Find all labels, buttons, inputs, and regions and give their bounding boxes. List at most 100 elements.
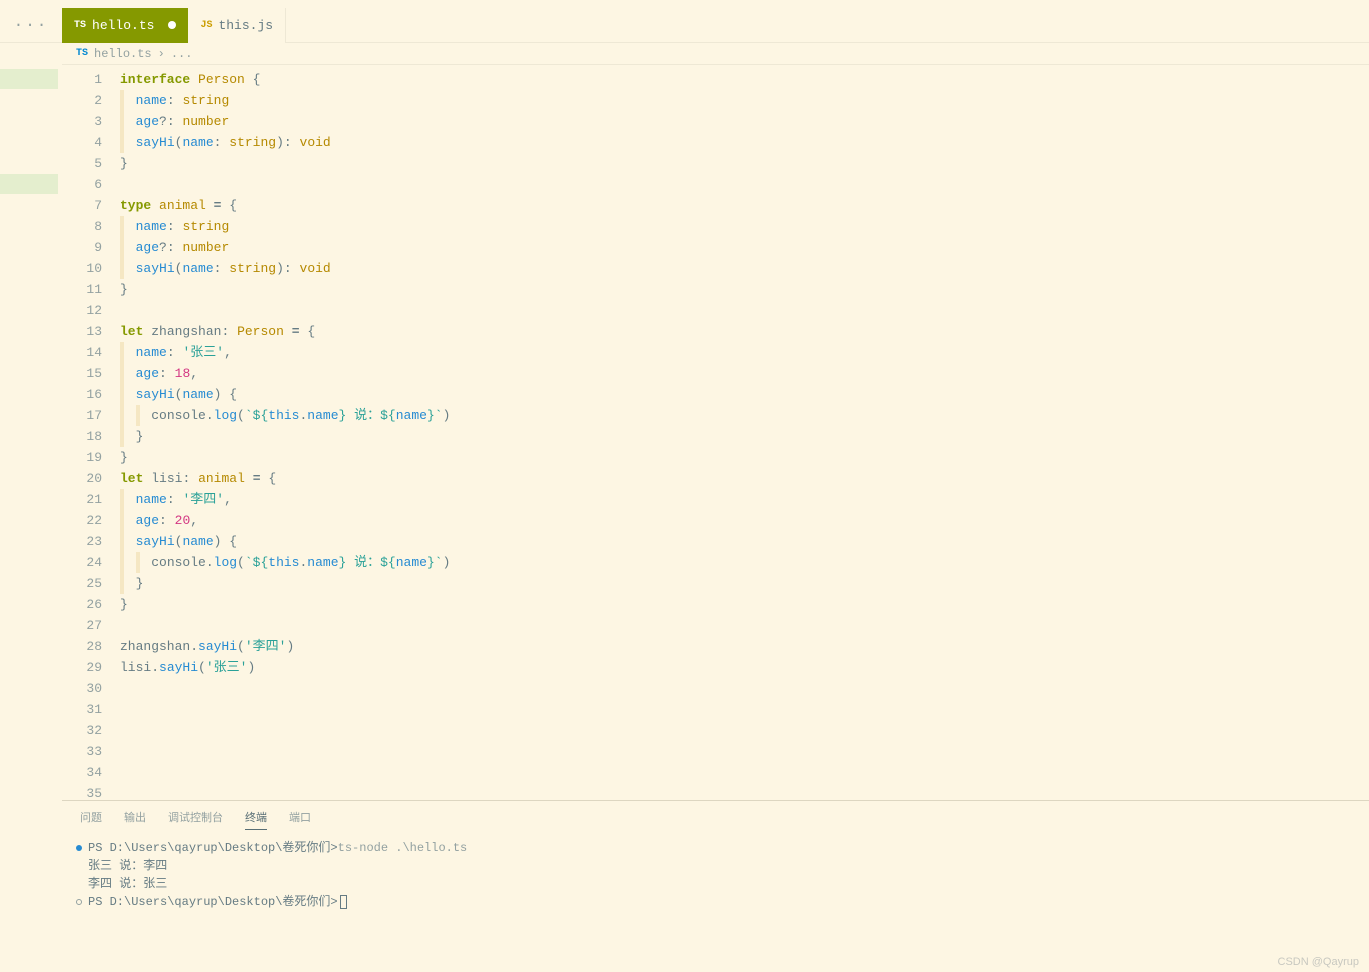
dirty-indicator-icon — [168, 21, 176, 29]
line-number[interactable]: 22 — [62, 510, 120, 531]
main-area: TS hello.ts › ... 1234567891011121314151… — [0, 43, 1369, 972]
code-line[interactable] — [120, 678, 1369, 699]
panel-tab-调试控制台[interactable]: 调试控制台 — [168, 805, 223, 829]
code-line[interactable]: age: 20, — [120, 510, 1369, 531]
line-number[interactable]: 2 — [62, 90, 120, 111]
line-number[interactable]: 5 — [62, 153, 120, 174]
code-line[interactable] — [120, 174, 1369, 195]
line-number[interactable]: 30 — [62, 678, 120, 699]
line-number[interactable]: 7 — [62, 195, 120, 216]
terminal-prompt: PS D:\Users\qayrup\Desktop\卷死你们> — [88, 839, 338, 857]
line-number[interactable]: 28 — [62, 636, 120, 657]
line-number[interactable]: 20 — [62, 468, 120, 489]
code-line[interactable] — [120, 699, 1369, 720]
line-number[interactable]: 27 — [62, 615, 120, 636]
line-number[interactable]: 15 — [62, 363, 120, 384]
line-number[interactable]: 10 — [62, 258, 120, 279]
code-line[interactable]: } — [120, 279, 1369, 300]
line-number[interactable]: 26 — [62, 594, 120, 615]
code-line[interactable]: name: string — [120, 90, 1369, 111]
code-line[interactable]: sayHi(name) { — [120, 531, 1369, 552]
line-number[interactable]: 3 — [62, 111, 120, 132]
tab-label: hello.ts — [92, 18, 154, 33]
code-line[interactable] — [120, 300, 1369, 321]
prompt-indicator-icon — [76, 845, 82, 851]
code-line[interactable]: } — [120, 573, 1369, 594]
editor-pane: TS hello.ts › ... 1234567891011121314151… — [62, 43, 1369, 972]
line-number[interactable]: 25 — [62, 573, 120, 594]
line-number[interactable]: 9 — [62, 237, 120, 258]
line-number[interactable]: 1 — [62, 69, 120, 90]
code-line[interactable]: let zhangshan: Person = { — [120, 321, 1369, 342]
breadcrumbs[interactable]: TS hello.ts › ... — [62, 43, 1369, 65]
line-number[interactable]: 17 — [62, 405, 120, 426]
code-line[interactable]: } — [120, 426, 1369, 447]
ts-file-icon: TS — [76, 48, 88, 59]
line-number[interactable]: 32 — [62, 720, 120, 741]
code-line[interactable]: } — [120, 594, 1369, 615]
line-number[interactable]: 34 — [62, 762, 120, 783]
line-number[interactable]: 8 — [62, 216, 120, 237]
tab-bar: ··· TS hello.ts JS this.js — [0, 8, 1369, 43]
code-line[interactable]: lisi.sayHi('张三') — [120, 657, 1369, 678]
ts-file-icon: TS — [74, 20, 86, 31]
line-number-gutter[interactable]: 1234567891011121314151617181920212223242… — [62, 65, 120, 800]
terminal-panel: 问题输出调试控制台终端端口 PS D:\Users\qayrup\Desktop… — [62, 800, 1369, 972]
code-line[interactable]: age?: number — [120, 111, 1369, 132]
line-number[interactable]: 16 — [62, 384, 120, 405]
code-line[interactable] — [120, 741, 1369, 762]
code-line[interactable]: sayHi(name: string): void — [120, 132, 1369, 153]
code-line[interactable]: age: 18, — [120, 363, 1369, 384]
code-line[interactable]: name: '张三', — [120, 342, 1369, 363]
code-line[interactable]: console.log(`${this.name} 说：${name}`) — [120, 405, 1369, 426]
editor-body[interactable]: 1234567891011121314151617181920212223242… — [62, 65, 1369, 800]
code-line[interactable] — [120, 615, 1369, 636]
panel-tab-bar: 问题输出调试控制台终端端口 — [62, 801, 1369, 833]
code-line[interactable]: } — [120, 447, 1369, 468]
line-number[interactable]: 35 — [62, 783, 120, 800]
code-line[interactable] — [120, 720, 1369, 741]
watermark: CSDN @Qayrup — [1278, 956, 1359, 968]
line-number[interactable]: 6 — [62, 174, 120, 195]
code-line[interactable]: let lisi: animal = { — [120, 468, 1369, 489]
tab-hello-ts[interactable]: TS hello.ts — [62, 8, 188, 43]
code-line[interactable]: type animal = { — [120, 195, 1369, 216]
code-line[interactable]: interface Person { — [120, 69, 1369, 90]
code-area[interactable]: interface Person { name: string age?: nu… — [120, 65, 1369, 800]
line-number[interactable]: 29 — [62, 657, 120, 678]
code-line[interactable]: sayHi(name) { — [120, 384, 1369, 405]
terminal-content[interactable]: PS D:\Users\qayrup\Desktop\卷死你们> ts-node… — [62, 833, 1369, 972]
line-number[interactable]: 19 — [62, 447, 120, 468]
tab-this-js[interactable]: JS this.js — [188, 8, 286, 43]
code-line[interactable]: sayHi(name: string): void — [120, 258, 1369, 279]
js-file-icon: JS — [200, 20, 212, 31]
line-number[interactable]: 18 — [62, 426, 120, 447]
code-line[interactable]: name: string — [120, 216, 1369, 237]
panel-tab-端口[interactable]: 端口 — [289, 805, 311, 829]
code-line[interactable]: name: '李四', — [120, 489, 1369, 510]
line-number[interactable]: 24 — [62, 552, 120, 573]
code-line[interactable]: console.log(`${this.name} 说：${name}`) — [120, 552, 1369, 573]
line-number[interactable]: 11 — [62, 279, 120, 300]
code-line[interactable]: zhangshan.sayHi('李四') — [120, 636, 1369, 657]
line-number[interactable]: 33 — [62, 741, 120, 762]
line-number[interactable]: 31 — [62, 699, 120, 720]
panel-tab-终端[interactable]: 终端 — [245, 805, 267, 830]
more-menu-icon[interactable]: ··· — [0, 16, 62, 34]
line-number[interactable]: 12 — [62, 300, 120, 321]
terminal-command: ts-node .\hello.ts — [338, 839, 468, 857]
line-number[interactable]: 21 — [62, 489, 120, 510]
code-line[interactable] — [120, 762, 1369, 783]
terminal-cursor — [340, 895, 347, 909]
code-line[interactable]: age?: number — [120, 237, 1369, 258]
line-number[interactable]: 23 — [62, 531, 120, 552]
terminal-output: 张三 说：李四 — [88, 857, 167, 875]
panel-tab-问题[interactable]: 问题 — [80, 805, 102, 829]
panel-tab-输出[interactable]: 输出 — [124, 805, 146, 829]
tab-label: this.js — [218, 18, 273, 33]
code-line[interactable]: } — [120, 153, 1369, 174]
code-line[interactable] — [120, 783, 1369, 800]
line-number[interactable]: 14 — [62, 342, 120, 363]
line-number[interactable]: 4 — [62, 132, 120, 153]
line-number[interactable]: 13 — [62, 321, 120, 342]
